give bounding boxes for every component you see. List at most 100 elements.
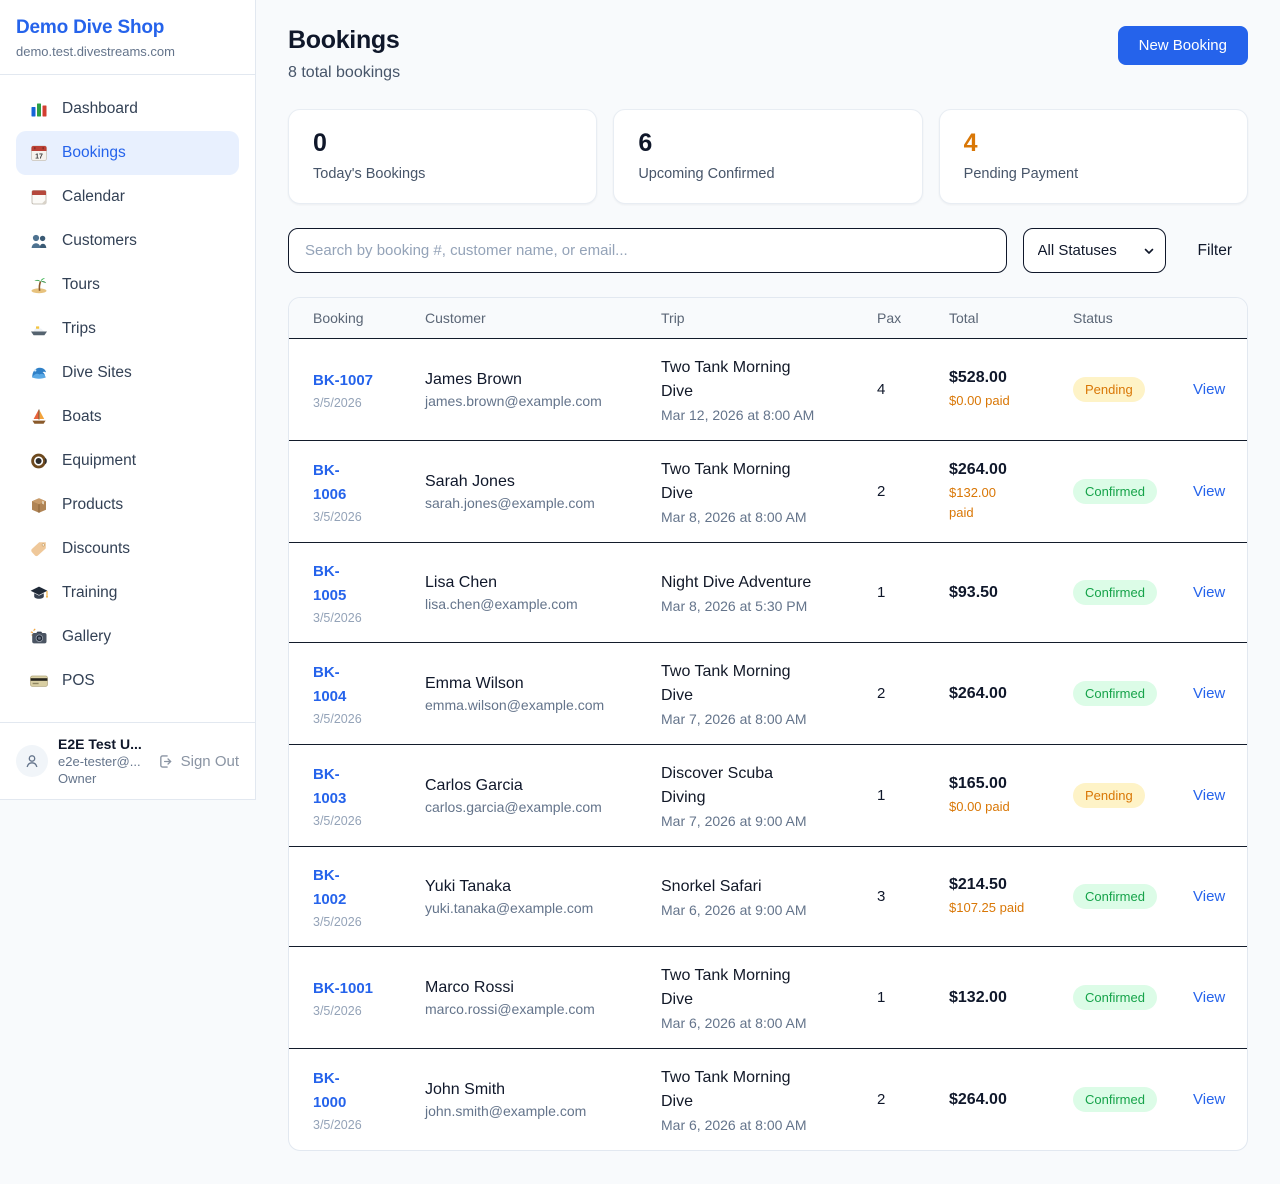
sidebar-item-customers[interactable]: Customers xyxy=(16,219,239,263)
total-amount: $214.50 xyxy=(949,876,1049,894)
booking-date: 3/5/2026 xyxy=(313,814,401,828)
booking-link[interactable]: BK-1007 xyxy=(313,369,373,393)
view-link[interactable]: View xyxy=(1193,381,1225,398)
sidebar-nav: Dashboard 17 Bookings Calendar Customers… xyxy=(0,75,255,722)
sidebar-item-label: Training xyxy=(62,584,117,602)
booking-date: 3/5/2026 xyxy=(313,1118,401,1132)
trip-name: Two Tank Morning Dive xyxy=(661,964,813,1012)
sign-out-icon xyxy=(157,753,174,770)
table-row: BK-10023/5/2026 Yuki Tanakayuki.tanaka@e… xyxy=(289,847,1247,947)
column-header-booking: Booking xyxy=(289,298,413,339)
status-badge: Confirmed xyxy=(1073,580,1157,605)
view-link[interactable]: View xyxy=(1193,584,1225,601)
customer-name: Yuki Tanaka xyxy=(425,878,637,896)
trip-datetime: Mar 8, 2026 at 5:30 PM xyxy=(661,598,853,614)
sidebar-item-equipment[interactable]: Equipment xyxy=(16,439,239,483)
sidebar-item-calendar[interactable]: Calendar xyxy=(16,175,239,219)
filter-button[interactable]: Filter xyxy=(1182,242,1248,260)
sign-out-label: Sign Out xyxy=(181,753,239,770)
sidebar-item-training[interactable]: Training xyxy=(16,571,239,615)
sidebar-item-pos[interactable]: POS xyxy=(16,659,239,703)
sidebar-item-dashboard[interactable]: Dashboard xyxy=(16,87,239,131)
sidebar-header: Demo Dive Shop demo.test.divestreams.com xyxy=(0,0,255,75)
trip-datetime: Mar 7, 2026 at 9:00 AM xyxy=(661,813,853,829)
booking-link[interactable]: BK-1001 xyxy=(313,977,373,1001)
trip-name: Two Tank Morning Dive xyxy=(661,458,813,506)
view-link[interactable]: View xyxy=(1193,888,1225,905)
sidebar: Demo Dive Shop demo.test.divestreams.com… xyxy=(0,0,256,800)
new-booking-button[interactable]: New Booking xyxy=(1118,26,1248,65)
status-badge: Pending xyxy=(1073,377,1145,402)
booking-link[interactable]: BK-1003 xyxy=(313,763,357,811)
customer-email: sarah.jones@example.com xyxy=(425,495,637,511)
total-amount: $132.00 xyxy=(949,989,1049,1007)
trip-datetime: Mar 7, 2026 at 8:00 AM xyxy=(661,711,853,727)
sidebar-item-gallery[interactable]: Gallery xyxy=(16,615,239,659)
trip-name: Two Tank Morning Dive xyxy=(661,1066,813,1114)
sidebar-item-label: Customers xyxy=(62,232,137,250)
customer-name: Sarah Jones xyxy=(425,473,637,491)
stat-value: 4 xyxy=(964,129,1223,158)
table-row: BK-10053/5/2026 Lisa Chenlisa.chen@examp… xyxy=(289,543,1247,643)
sidebar-item-boats[interactable]: Boats xyxy=(16,395,239,439)
pax-count: 1 xyxy=(865,745,937,847)
trip-datetime: Mar 6, 2026 at 8:00 AM xyxy=(661,1015,853,1031)
view-link[interactable]: View xyxy=(1193,1091,1225,1108)
filters-row: All Statuses Filter xyxy=(288,228,1248,273)
pax-count: 2 xyxy=(865,441,937,543)
calendar-icon xyxy=(29,187,49,207)
stat-value: 0 xyxy=(313,129,572,158)
sidebar-item-products[interactable]: Products xyxy=(16,483,239,527)
booking-link[interactable]: BK-1005 xyxy=(313,560,357,608)
gallery-icon xyxy=(29,627,49,647)
shop-name: Demo Dive Shop xyxy=(16,17,239,39)
user-info: E2E Test U... e2e-tester@... Owner xyxy=(58,736,147,786)
column-header-trip: Trip xyxy=(649,298,865,339)
status-badge: Confirmed xyxy=(1073,884,1157,909)
total-bookings-count: 8 total bookings xyxy=(288,64,400,82)
sign-out-button[interactable]: Sign Out xyxy=(157,753,239,770)
training-icon xyxy=(29,583,49,603)
trip-name: Night Dive Adventure xyxy=(661,571,853,595)
booking-link[interactable]: BK-1004 xyxy=(313,661,357,709)
total-amount: $93.50 xyxy=(949,584,1049,602)
booking-date: 3/5/2026 xyxy=(313,611,401,625)
sidebar-item-label: Bookings xyxy=(62,144,126,162)
user-role: Owner xyxy=(58,771,147,786)
customer-email: carlos.garcia@example.com xyxy=(425,799,637,815)
status-select[interactable]: All Statuses xyxy=(1023,228,1166,273)
total-amount: $528.00 xyxy=(949,369,1049,387)
view-link[interactable]: View xyxy=(1193,787,1225,804)
dashboard-icon xyxy=(29,99,49,119)
bookings-table: Booking Customer Trip Pax Total Status B… xyxy=(289,298,1247,1150)
trip-datetime: Mar 12, 2026 at 8:00 AM xyxy=(661,407,853,423)
booking-date: 3/5/2026 xyxy=(313,510,401,524)
customer-email: marco.rossi@example.com xyxy=(425,1001,637,1017)
sidebar-item-discounts[interactable]: Discounts xyxy=(16,527,239,571)
search-input[interactable] xyxy=(288,228,1007,273)
sidebar-item-trips[interactable]: Trips xyxy=(16,307,239,351)
paid-amount: $0.00 paid xyxy=(949,797,1049,817)
column-header-status: Status xyxy=(1061,298,1181,339)
view-link[interactable]: View xyxy=(1193,989,1225,1006)
equipment-icon xyxy=(29,451,49,471)
status-badge: Confirmed xyxy=(1073,681,1157,706)
page-title: Bookings xyxy=(288,26,400,55)
column-header-actions xyxy=(1181,298,1247,339)
view-link[interactable]: View xyxy=(1193,685,1225,702)
pax-count: 1 xyxy=(865,947,937,1049)
booking-link[interactable]: BK-1006 xyxy=(313,459,357,507)
sidebar-item-dive-sites[interactable]: Dive Sites xyxy=(16,351,239,395)
pax-count: 4 xyxy=(865,339,937,441)
table-header-row: Booking Customer Trip Pax Total Status xyxy=(289,298,1247,339)
trip-datetime: Mar 6, 2026 at 8:00 AM xyxy=(661,1117,853,1133)
booking-link[interactable]: BK-1002 xyxy=(313,864,357,912)
boats-icon xyxy=(29,407,49,427)
booking-link[interactable]: BK-1000 xyxy=(313,1067,357,1115)
status-select-wrap: All Statuses xyxy=(1023,228,1166,273)
view-link[interactable]: View xyxy=(1193,483,1225,500)
sidebar-item-label: Tours xyxy=(62,276,100,294)
sidebar-item-tours[interactable]: Tours xyxy=(16,263,239,307)
sidebar-item-bookings[interactable]: 17 Bookings xyxy=(16,131,239,175)
column-header-total: Total xyxy=(937,298,1061,339)
